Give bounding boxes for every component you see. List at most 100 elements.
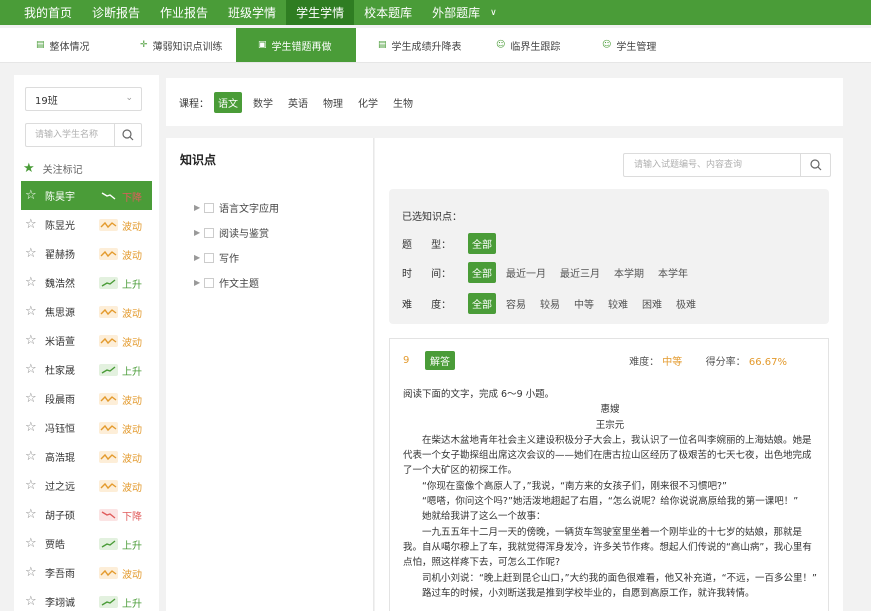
- question-intro: 阅读下面的文字，完成 6～9 小题。: [403, 389, 555, 400]
- star-outline-icon[interactable]: ☆: [25, 391, 41, 406]
- article-paragraph: “嗯嗒，你问这个吗?”她活泼地趐起了右眉，“怎么说呢？给你说说高原给我的第一课吧…: [422, 496, 799, 508]
- question-body: 阅读下面的文字，完成 6～9 小题。 惠嫂 王宗元 在柴达木盆地青年社会主义建设…: [403, 387, 817, 601]
- student-row[interactable]: ☆ 米语萱 波动: [21, 326, 152, 355]
- student-list: ☆ 陈昊宇 下降 ☆ 陈昱光 波动 ☆ 翟赫扬 波动 ☆ 魏浩然 上升 ☆ 焦思源 波动 ☆ 米语萱 波动 ☆ 杜家晟…: [21, 181, 152, 611]
- star-outline-icon[interactable]: ☆: [25, 594, 41, 609]
- star-outline-icon[interactable]: ☆: [25, 188, 41, 203]
- student-row[interactable]: ☆ 段晨雨 波动: [21, 384, 152, 413]
- article-author: 王宗元: [595, 419, 625, 431]
- chevron-right-icon[interactable]: ▶: [194, 253, 204, 262]
- top-nav-label: 学生学情: [296, 6, 345, 20]
- star-outline-icon[interactable]: ☆: [25, 275, 41, 290]
- search-icon[interactable]: [800, 154, 830, 176]
- student-row[interactable]: ☆ 高浩琨 波动: [21, 442, 152, 471]
- search-icon[interactable]: [114, 124, 141, 146]
- trend-label: 上升: [122, 599, 142, 610]
- knowledge-checkbox[interactable]: [204, 202, 214, 213]
- knowledge-node[interactable]: ▶ 语言文字应用: [194, 195, 279, 220]
- star-outline-icon[interactable]: ☆: [25, 478, 41, 493]
- subject-tab[interactable]: 数学: [249, 92, 277, 113]
- answer-button[interactable]: 解答: [425, 351, 455, 370]
- sub-nav-tab[interactable]: ▤ 整体情况: [0, 28, 118, 62]
- chevron-right-icon[interactable]: ▶: [194, 278, 204, 287]
- chevron-right-icon[interactable]: ▶: [194, 203, 204, 212]
- student-row[interactable]: ☆ 翟赫扬 波动: [21, 239, 152, 268]
- star-outline-icon[interactable]: ☆: [25, 246, 41, 261]
- star-outline-icon[interactable]: ☆: [25, 304, 41, 319]
- student-row[interactable]: ☆ 李翊诚 上升: [21, 587, 152, 611]
- trend-wave-icon: [99, 219, 118, 231]
- top-nav-item[interactable]: 诊断报告: [82, 0, 150, 25]
- star-outline-icon[interactable]: ☆: [25, 362, 41, 377]
- top-nav-item[interactable]: 班级学情: [218, 0, 286, 25]
- sub-nav-tab[interactable]: ▣ 学生错题再做: [236, 28, 356, 62]
- filter-option[interactable]: 最近三月: [556, 262, 604, 283]
- knowledge-checkbox[interactable]: [204, 277, 214, 288]
- top-nav-item[interactable]: 作业报告: [150, 0, 218, 25]
- subject-tab[interactable]: 英语: [284, 92, 312, 113]
- question-number: 9: [403, 355, 410, 366]
- star-outline-icon[interactable]: ☆: [25, 536, 41, 551]
- star-outline-icon[interactable]: ☆: [25, 507, 41, 522]
- filter-key: 题 型：: [402, 240, 452, 251]
- student-row[interactable]: ☆ 焦思源 波动: [21, 297, 152, 326]
- filter-option[interactable]: 困难: [638, 293, 666, 314]
- trend-down-icon: [99, 509, 118, 521]
- sub-nav-label: 整体情况: [49, 41, 90, 53]
- trend-label: 波动: [122, 425, 142, 436]
- star-outline-icon[interactable]: ☆: [25, 217, 41, 232]
- knowledge-checkbox[interactable]: [204, 252, 214, 263]
- class-select[interactable]: 19班 ⌄: [25, 87, 142, 111]
- student-row[interactable]: ☆ 杜家晟 上升: [21, 355, 152, 384]
- score-rate-label: 得分率：: [705, 357, 746, 368]
- top-nav-item[interactable]: 我的首页: [0, 0, 82, 25]
- target-icon: ✛: [140, 40, 148, 50]
- trend-label: 波动: [122, 570, 142, 581]
- filter-option[interactable]: 容易: [502, 293, 530, 314]
- sub-nav-tab[interactable]: ▤ 学生成绩升降表: [356, 28, 474, 62]
- sub-nav-tab[interactable]: ☺ 临界生跟踪: [474, 28, 580, 62]
- filter-option[interactable]: 极难: [672, 293, 700, 314]
- top-nav-item[interactable]: 学生学情: [286, 0, 355, 25]
- knowledge-checkbox[interactable]: [204, 227, 214, 238]
- filter-option[interactable]: 全部: [468, 262, 496, 283]
- student-row[interactable]: ☆ 魏浩然 上升: [21, 268, 152, 297]
- filter-option[interactable]: 最近一月: [502, 262, 550, 283]
- top-nav-item[interactable]: 外部题库 ∨: [422, 0, 507, 25]
- filter-option[interactable]: 本学期: [610, 262, 648, 283]
- subject-tab[interactable]: 化学: [354, 92, 382, 113]
- star-outline-icon[interactable]: ☆: [25, 333, 41, 348]
- student-row[interactable]: ☆ 陈昊宇 下降: [21, 181, 152, 210]
- knowledge-node[interactable]: ▶ 写作: [194, 245, 279, 270]
- student-row[interactable]: ☆ 胡子硕 下降: [21, 500, 152, 529]
- star-outline-icon[interactable]: ☆: [25, 449, 41, 464]
- knowledge-node[interactable]: ▶ 阅读与鉴赏: [194, 220, 279, 245]
- filter-option[interactable]: 较难: [604, 293, 632, 314]
- top-nav-item[interactable]: 校本题库: [354, 0, 422, 25]
- student-row[interactable]: ☆ 贾皓 上升: [21, 529, 152, 558]
- student-row[interactable]: ☆ 冯钰恒 波动: [21, 413, 152, 442]
- table-icon: ▤: [378, 40, 387, 50]
- filter-option[interactable]: 本学年: [654, 262, 692, 283]
- chevron-right-icon[interactable]: ▶: [194, 228, 204, 237]
- sub-nav-tab[interactable]: ☺ 学生管理: [580, 28, 675, 62]
- follow-mark-filter[interactable]: ★ 关注标记: [23, 161, 83, 176]
- subject-tab[interactable]: 语文: [214, 91, 242, 113]
- subject-tab[interactable]: 生物: [389, 92, 417, 113]
- filter-option[interactable]: 中等: [570, 293, 598, 314]
- sub-nav-tab[interactable]: ✛ 薄弱知识点训练: [118, 28, 236, 62]
- star-outline-icon[interactable]: ☆: [25, 565, 41, 580]
- subject-tab[interactable]: 物理: [319, 92, 347, 113]
- student-search-input[interactable]: [26, 125, 114, 145]
- student-row[interactable]: ☆ 李吾雨 波动: [21, 558, 152, 587]
- knowledge-node[interactable]: ▶ 作文主题: [194, 270, 279, 295]
- filter-option[interactable]: 全部: [468, 233, 496, 254]
- question-search-input[interactable]: [624, 155, 800, 175]
- sub-nav-label: 薄弱知识点训练: [152, 41, 223, 53]
- top-nav-label: 我的首页: [24, 6, 73, 20]
- filter-option[interactable]: 较易: [536, 293, 564, 314]
- student-row[interactable]: ☆ 陈昱光 波动: [21, 210, 152, 239]
- student-row[interactable]: ☆ 过之远 波动: [21, 471, 152, 500]
- star-outline-icon[interactable]: ☆: [25, 420, 41, 435]
- filter-option[interactable]: 全部: [468, 293, 496, 314]
